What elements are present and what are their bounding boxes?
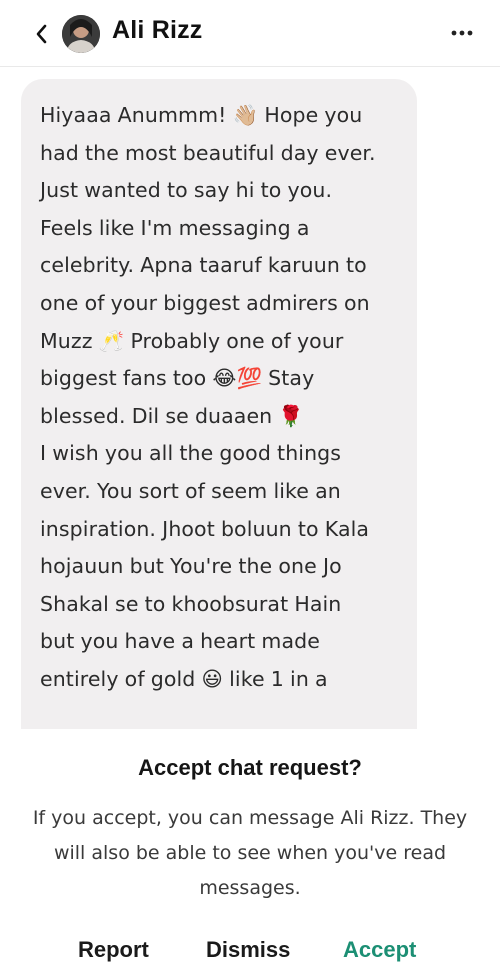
request-actions: Report Dismiss Accept [0,937,500,971]
avatar[interactable] [62,15,100,53]
more-options-button[interactable] [448,22,476,44]
message-bubble: Hiyaaa Anummm! 👋🏼 Hope you had the most … [21,79,417,729]
more-horizontal-icon [451,30,473,36]
back-button[interactable] [30,21,52,47]
contact-photo-icon [62,15,100,53]
report-button[interactable]: Report [78,937,149,963]
panel-title: Accept chat request? [138,755,362,780]
chat-header: Ali Rizz [0,0,500,67]
accept-button[interactable]: Accept [343,937,416,963]
message-text: Hiyaaa Anummm! 👋🏼 Hope you had the most … [40,103,376,691]
contact-name[interactable]: Ali Rizz [112,16,203,45]
dismiss-button[interactable]: Dismiss [206,937,290,963]
panel-description: If you accept, you can message Ali Rizz.… [32,807,468,899]
chevron-left-icon [36,24,47,44]
chat-request-panel: Accept chat request? If you accept, you … [0,729,500,972]
